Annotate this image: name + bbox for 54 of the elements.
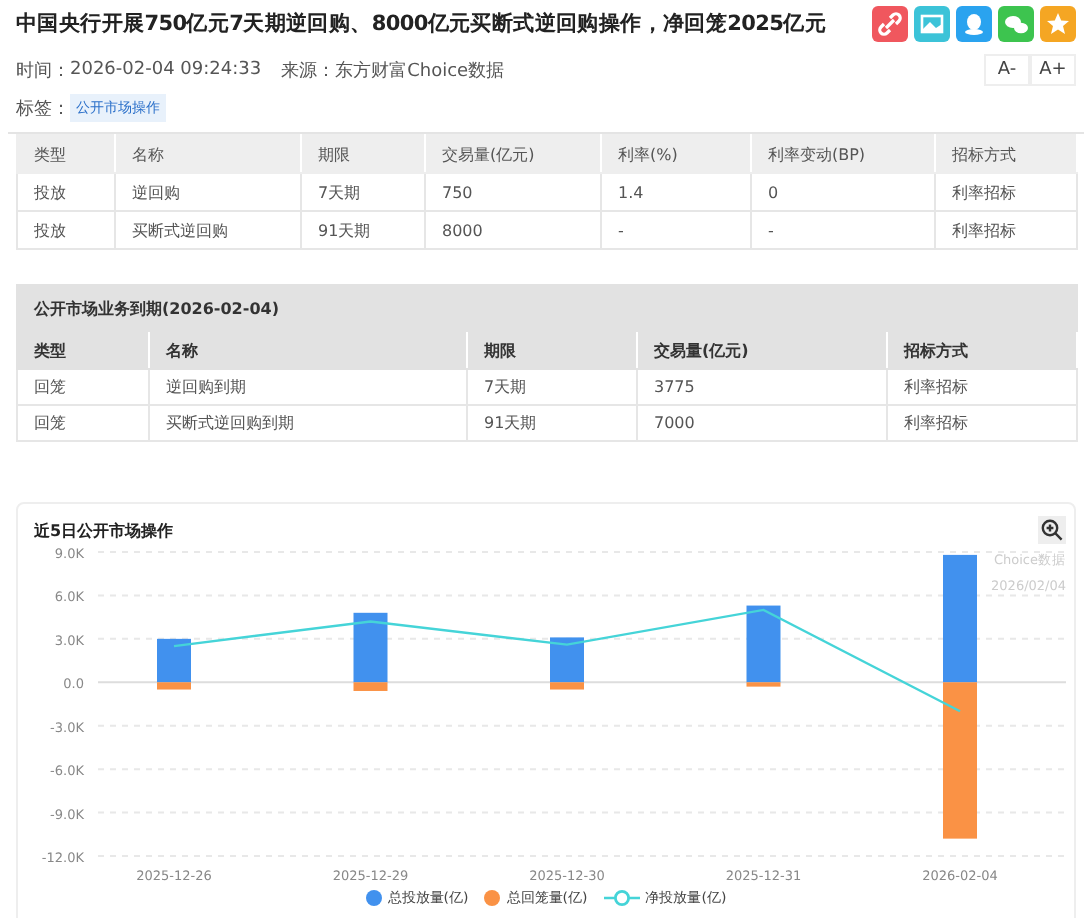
column-header: 交易量(亿元) [425,135,601,173]
source-text: 东方财富Choice数据 [335,59,505,83]
legend-line-icon [603,888,640,908]
article-title: 中国央行开展750亿元7天期逆回购、8000亿元买断式逆回购操作，净回笼2025亿元 [16,10,827,38]
table-cell: 利率招标 [935,173,1077,211]
table-cell: 1.4 [601,173,751,211]
column-header: 名称 [115,135,301,173]
legend-dot-icon [365,890,382,906]
link-icon[interactable] [872,6,908,42]
column-header: 期限 [467,331,637,369]
publish-time: 2026-02-04 09:24:33 [70,60,262,80]
column-header: 利率(%) [601,135,751,173]
column-header: 利率变动(BP) [751,135,935,173]
table-cell: 7000 [637,405,887,441]
table-title: 公开市场业务到期(2026-02-04) [17,285,1077,331]
table-cell: 利率招标 [887,405,1077,441]
table-cell: - [751,211,935,249]
picture-icon[interactable] [914,6,950,42]
column-header: 招标方式 [887,331,1077,369]
table-cell: 逆回购 [115,173,301,211]
table-cell: 91天期 [301,211,425,249]
table-cell: - [601,211,751,249]
table-cell: 3775 [637,369,887,405]
table-cell: 回笼 [17,369,149,405]
source-label: 来源： [281,59,336,83]
legend-dot-icon [484,890,501,906]
table-cell: 回笼 [17,405,149,441]
table-cell: 7天期 [467,369,637,405]
column-header: 类型 [17,135,115,173]
time-label: 时间： [16,59,70,83]
font-size-button[interactable]: A- [984,54,1030,86]
chart-title: 近5日公开市场操作 [34,519,174,541]
tags-label: 标签： [16,97,70,121]
table-cell: 投放 [17,211,115,249]
table-cell: 投放 [17,173,115,211]
column-header: 类型 [17,331,149,369]
table-cell: 买断式逆回购到期 [149,405,467,441]
zoom-in-button[interactable] [1038,516,1066,544]
table-cell: 逆回购到期 [149,369,467,405]
table-cell: 7天期 [301,173,425,211]
table-cell: 利率招标 [887,369,1077,405]
column-header: 名称 [149,331,467,369]
table-cell: 买断式逆回购 [115,211,301,249]
column-header: 交易量(亿元) [637,331,887,369]
table-cell: 0 [751,173,935,211]
chat-bubbles-icon[interactable] [998,6,1034,42]
bar [943,554,977,683]
table-cell: 8000 [425,211,601,249]
table-cell: 利率招标 [935,211,1077,249]
table-cell: 91天期 [467,405,637,441]
column-header: 期限 [301,135,425,173]
table-cell: 750 [425,173,601,211]
font-size-button[interactable]: A+ [1030,54,1076,86]
column-header: 招标方式 [935,135,1077,173]
